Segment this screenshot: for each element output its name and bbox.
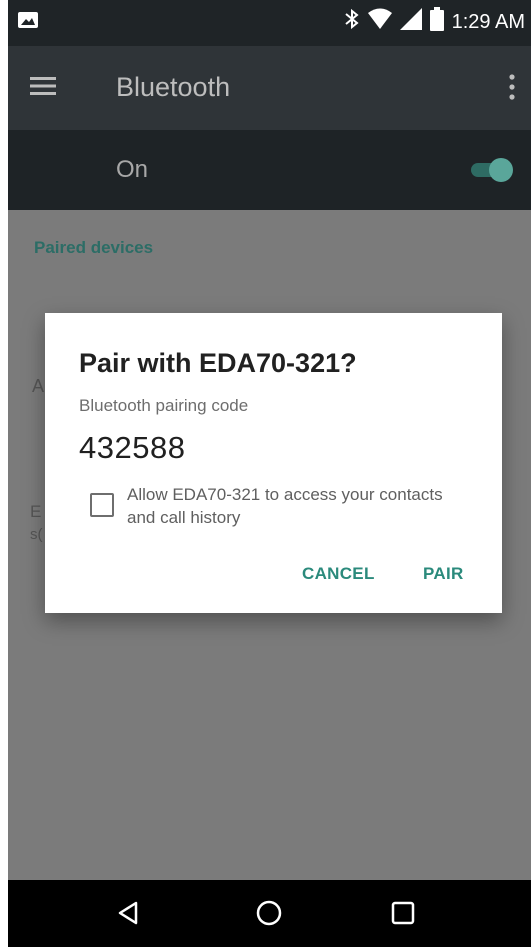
- battery-icon: [429, 7, 444, 37]
- contacts-access-label[interactable]: Allow EDA70-321 to access your contacts …: [127, 483, 457, 529]
- more-vert-icon[interactable]: [509, 74, 515, 100]
- partial-text-s: s(: [30, 526, 43, 543]
- pairing-code-label: Bluetooth pairing code: [79, 396, 249, 415]
- app-bar: Bluetooth: [8, 46, 531, 130]
- recents-icon[interactable]: [388, 898, 418, 928]
- toggle-thumb: [489, 158, 513, 182]
- bluetooth-icon: [344, 7, 360, 37]
- menu-icon[interactable]: [30, 76, 56, 96]
- navigation-bar: [8, 880, 531, 947]
- bluetooth-settings-screen: 1:29 AM Bluetooth On Paired devices A E …: [8, 0, 531, 947]
- paired-devices-header: Paired devices: [34, 238, 154, 257]
- image-icon: [18, 12, 38, 28]
- bluetooth-toggle[interactable]: [469, 158, 513, 182]
- pair-button[interactable]: PAIR: [423, 564, 464, 584]
- contacts-access-checkbox[interactable]: [90, 493, 114, 517]
- status-icons: 1:29 AM: [344, 7, 525, 37]
- partial-text-a: A: [32, 376, 45, 396]
- pairing-dialog: Pair with EDA70-321? Bluetooth pairing c…: [45, 313, 502, 613]
- home-icon[interactable]: [254, 898, 284, 928]
- bluetooth-switch-bar[interactable]: On: [8, 130, 531, 210]
- signal-icon: [399, 8, 422, 36]
- partial-text-e: E: [30, 502, 42, 521]
- page-title: Bluetooth: [116, 72, 231, 102]
- switch-label: On: [116, 156, 149, 183]
- wifi-icon: [367, 8, 392, 36]
- status-bar: 1:29 AM: [8, 0, 531, 46]
- dialog-title: Pair with EDA70-321?: [79, 348, 357, 378]
- cancel-button[interactable]: CANCEL: [302, 564, 375, 584]
- status-time: 1:29 AM: [451, 10, 525, 33]
- pairing-code: 432588: [79, 430, 186, 465]
- back-icon[interactable]: [114, 898, 144, 928]
